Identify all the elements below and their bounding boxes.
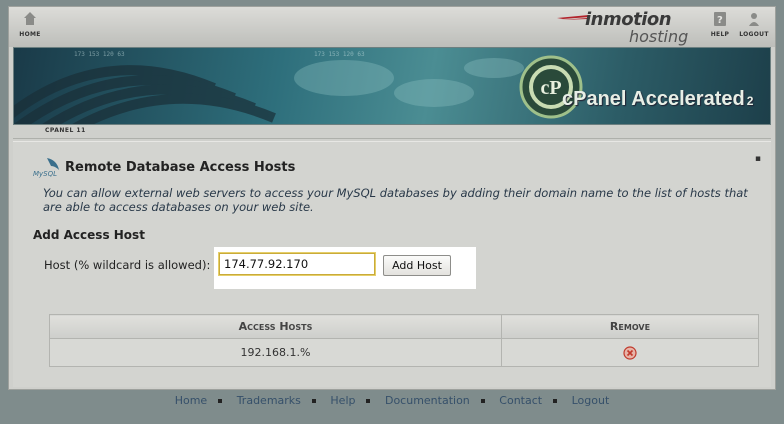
help-nav[interactable]: ? HELP <box>703 11 737 38</box>
svg-text:MySQL: MySQL <box>33 170 57 178</box>
logout-nav[interactable]: LOGOUT <box>737 11 771 38</box>
remove-cell <box>501 338 759 367</box>
add-host-heading: Add Access Host <box>33 228 145 242</box>
host-field-label: Host (% wildcard is allowed): <box>44 258 211 272</box>
svg-text:173 153 120 63: 173 153 120 63 <box>74 51 125 58</box>
help-icon: ? <box>714 12 726 26</box>
help-label: HELP <box>710 31 730 38</box>
main-content: ▪ MySQL Remote Database Access Hosts You… <box>13 141 771 387</box>
product-title: cPanel Accelerated <box>562 88 745 110</box>
top-bar: HOME inmotion hosting ? HELP LOGOUT <box>9 7 775 47</box>
footer-link-logout[interactable]: Logout <box>572 394 610 407</box>
inmotion-logo: inmotion hosting <box>557 9 697 46</box>
svg-text:cP: cP <box>540 77 561 99</box>
home-icon <box>24 12 36 25</box>
banner-art: 173 153 120 63 173 153 120 63 <box>14 51 524 124</box>
breadcrumb: CPANEL 11 <box>13 127 771 139</box>
home-nav[interactable]: HOME <box>13 11 47 38</box>
host-input[interactable] <box>218 252 376 276</box>
table-header-row: Access Hosts Remove <box>49 314 759 339</box>
separator <box>480 399 485 403</box>
footer-link-documentation[interactable]: Documentation <box>385 394 470 407</box>
separator <box>311 399 316 403</box>
host-cell: 192.168.1.% <box>49 338 502 367</box>
column-remove: Remove <box>501 314 759 339</box>
mysql-icon: MySQL <box>33 158 59 178</box>
separator <box>553 399 558 403</box>
cpanel-banner: 173 153 120 63 173 153 120 63 cP cPanel … <box>13 47 771 125</box>
page-title: Remote Database Access Hosts <box>65 160 296 175</box>
product-version: 2 <box>746 94 754 108</box>
cpanel-window: HOME inmotion hosting ? HELP LOGOUT 173 … <box>8 6 776 390</box>
breadcrumb-label: CPANEL 11 <box>45 127 86 134</box>
footer-link-trademarks[interactable]: Trademarks <box>237 394 301 407</box>
home-label: HOME <box>19 31 41 38</box>
add-host-button[interactable]: Add Host <box>383 255 451 276</box>
footer-links: Home Trademarks Help Documentation Conta… <box>0 394 784 414</box>
cpanel-product-name: cPanel Accelerated 2 <box>562 88 753 111</box>
brand-sub: hosting <box>629 27 689 46</box>
svg-text:?: ? <box>717 15 723 26</box>
logout-label: LOGOUT <box>739 31 769 38</box>
corner-mark: ▪ <box>754 154 761 164</box>
cpanel-badge-icon: cP <box>519 55 583 119</box>
footer-link-help[interactable]: Help <box>330 394 355 407</box>
column-access-hosts: Access Hosts <box>49 314 502 339</box>
logout-icon <box>749 13 759 26</box>
footer-link-contact[interactable]: Contact <box>499 394 542 407</box>
page-description: You can allow external web servers to ac… <box>43 186 748 214</box>
svg-text:173 153 120 63: 173 153 120 63 <box>314 51 365 58</box>
table-row: 192.168.1.% <box>49 338 759 367</box>
separator <box>366 399 371 403</box>
remove-icon[interactable] <box>623 345 637 360</box>
access-hosts-table: Access Hosts Remove 192.168.1.% <box>49 314 759 367</box>
footer-link-home[interactable]: Home <box>175 394 207 407</box>
separator <box>218 399 223 403</box>
